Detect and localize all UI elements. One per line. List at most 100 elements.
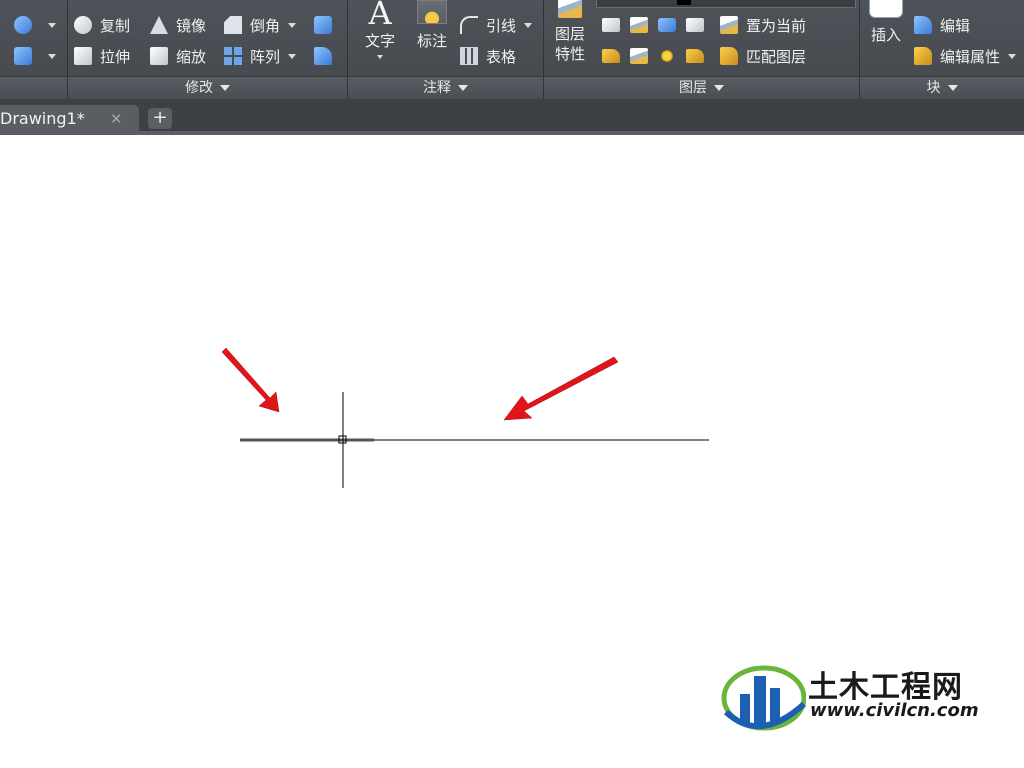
scale-label: 缩放 bbox=[176, 47, 207, 66]
text-label: 文字 bbox=[364, 32, 395, 50]
insert-label: 插入 bbox=[870, 26, 901, 44]
layer-off-icon[interactable] bbox=[602, 18, 620, 32]
ribbon: 复制 镜像 倒角 拉伸 缩放 阵列 修改 A 文字 标注 引线 表格 注释 图层… bbox=[0, 0, 1024, 99]
block-edit-icon bbox=[914, 16, 932, 34]
chevron-down-icon bbox=[48, 53, 56, 59]
file-tab-bar: Drawing1* ✕ + bbox=[0, 99, 1024, 135]
leader-button[interactable]: 引线 bbox=[460, 13, 533, 37]
chevron-down-icon bbox=[48, 22, 56, 28]
chevron-down-icon bbox=[377, 55, 383, 59]
tab-drawing1[interactable]: Drawing1* ✕ bbox=[0, 105, 139, 135]
panel-modify: 复制 镜像 倒角 拉伸 缩放 阵列 修改 bbox=[68, 0, 348, 99]
match-layer-icon bbox=[720, 47, 738, 65]
drawing-canvas[interactable]: 土木工程网 www.civilcn.com bbox=[0, 136, 1024, 768]
match-layer-label: 匹配图层 bbox=[746, 47, 807, 66]
edit-attributes-button[interactable]: 编辑属性 bbox=[914, 44, 1017, 68]
new-tab-button[interactable]: + bbox=[148, 108, 172, 129]
region-tool[interactable] bbox=[14, 44, 56, 68]
panel-title-layers[interactable]: 图层 bbox=[544, 76, 859, 99]
panel-title-layers-label: 图层 bbox=[679, 80, 707, 96]
panel-title-annotation[interactable]: 注释 bbox=[348, 76, 543, 99]
copy-label: 复制 bbox=[100, 16, 131, 35]
edit-attributes-icon bbox=[914, 47, 932, 65]
make-current-label: 置为当前 bbox=[746, 16, 807, 35]
layer-dropdown[interactable] bbox=[596, 0, 856, 8]
watermark-url: www.civilcn.com bbox=[810, 700, 979, 721]
table-icon bbox=[460, 47, 478, 65]
panel-block: 插入 编辑 编辑属性 块 bbox=[860, 0, 1024, 99]
insert-button[interactable]: 插入 bbox=[864, 0, 908, 45]
scale-icon bbox=[150, 47, 168, 65]
layer-properties-label-2: 特性 bbox=[554, 45, 585, 63]
panel-title-modify[interactable]: 修改 bbox=[68, 76, 347, 99]
region-icon bbox=[14, 47, 32, 65]
insert-icon bbox=[869, 0, 903, 18]
chevron-down-icon bbox=[1008, 53, 1017, 59]
3d-tool-button[interactable] bbox=[314, 13, 340, 37]
scale-button[interactable]: 缩放 bbox=[150, 44, 206, 68]
copy-button[interactable]: 复制 bbox=[74, 13, 130, 37]
stretch-icon bbox=[74, 47, 92, 65]
mirror-label: 镜像 bbox=[176, 16, 207, 35]
array-icon bbox=[224, 47, 242, 65]
array-label: 阵列 bbox=[250, 47, 281, 66]
chevron-down-icon bbox=[288, 53, 297, 59]
layer-lock-icon[interactable] bbox=[686, 18, 704, 32]
layer-isolate-icon[interactable] bbox=[630, 17, 648, 33]
layer-match-icon[interactable] bbox=[602, 49, 620, 63]
panel-annotation: A 文字 标注 引线 表格 注释 bbox=[348, 0, 544, 99]
offset-icon bbox=[314, 47, 332, 65]
dimension-button[interactable]: 标注 bbox=[412, 0, 452, 51]
copy-icon bbox=[74, 16, 92, 34]
chamfer-icon bbox=[224, 16, 242, 34]
layer-properties-label-1: 图层 bbox=[554, 25, 585, 43]
edit-attributes-label: 编辑属性 bbox=[940, 47, 1001, 66]
layer-properties-button[interactable]: 图层 特性 bbox=[550, 0, 590, 64]
chevron-down-icon bbox=[220, 85, 230, 91]
make-current-icon bbox=[720, 16, 738, 34]
panel-layers: 图层 特性 置为当前 匹配图层 图层 bbox=[544, 0, 860, 99]
close-icon[interactable]: ✕ bbox=[110, 105, 123, 133]
panel-draw-partial bbox=[0, 0, 68, 99]
layer-on-icon[interactable] bbox=[658, 47, 676, 65]
chevron-down-icon bbox=[524, 22, 533, 28]
leader-label: 引线 bbox=[486, 16, 517, 35]
orbit-tool[interactable] bbox=[14, 13, 56, 37]
chevron-down-icon bbox=[947, 85, 958, 91]
watermark-logo: 土木工程网 www.civilcn.com bbox=[720, 654, 990, 738]
dimension-label: 标注 bbox=[416, 32, 447, 50]
layer-previous-icon[interactable] bbox=[630, 48, 648, 64]
panel-title-modify-label: 修改 bbox=[185, 80, 213, 96]
block-edit-label: 编辑 bbox=[940, 16, 971, 35]
tab-drawing1-label: Drawing1* bbox=[0, 109, 85, 128]
match-layer-button[interactable]: 匹配图层 bbox=[720, 44, 806, 68]
red-arrow-right bbox=[503, 356, 619, 421]
panel-title-draw[interactable] bbox=[0, 76, 67, 99]
chevron-down-icon bbox=[288, 22, 297, 28]
panel-title-block-label: 块 bbox=[926, 80, 941, 96]
array-button[interactable]: 阵列 bbox=[224, 44, 297, 68]
chevron-down-icon bbox=[458, 85, 468, 91]
mirror-button[interactable]: 镜像 bbox=[150, 13, 206, 37]
civilcn-logo-icon bbox=[721, 665, 806, 731]
mirror-icon bbox=[150, 16, 168, 34]
text-icon: A bbox=[368, 0, 392, 32]
make-current-button[interactable]: 置为当前 bbox=[720, 13, 806, 37]
layer-unlock-icon[interactable] bbox=[686, 49, 704, 63]
block-edit-button[interactable]: 编辑 bbox=[914, 13, 970, 37]
leader-icon bbox=[460, 16, 478, 34]
text-button[interactable]: A 文字 bbox=[360, 0, 400, 59]
panel-title-block[interactable]: 块 bbox=[860, 76, 1024, 99]
stretch-label: 拉伸 bbox=[100, 47, 131, 66]
red-arrow-left bbox=[221, 347, 280, 413]
cube-icon bbox=[314, 16, 332, 34]
layer-properties-icon bbox=[558, 0, 582, 18]
layer-freeze-icon[interactable] bbox=[658, 18, 676, 32]
fillet-button[interactable]: 倒角 bbox=[224, 13, 297, 37]
chevron-down-icon bbox=[714, 85, 724, 91]
offset-button[interactable] bbox=[314, 44, 340, 68]
table-button[interactable]: 表格 bbox=[460, 44, 516, 68]
orbit-icon bbox=[14, 16, 32, 34]
stretch-button[interactable]: 拉伸 bbox=[74, 44, 130, 68]
layer-color-swatch bbox=[677, 0, 691, 5]
